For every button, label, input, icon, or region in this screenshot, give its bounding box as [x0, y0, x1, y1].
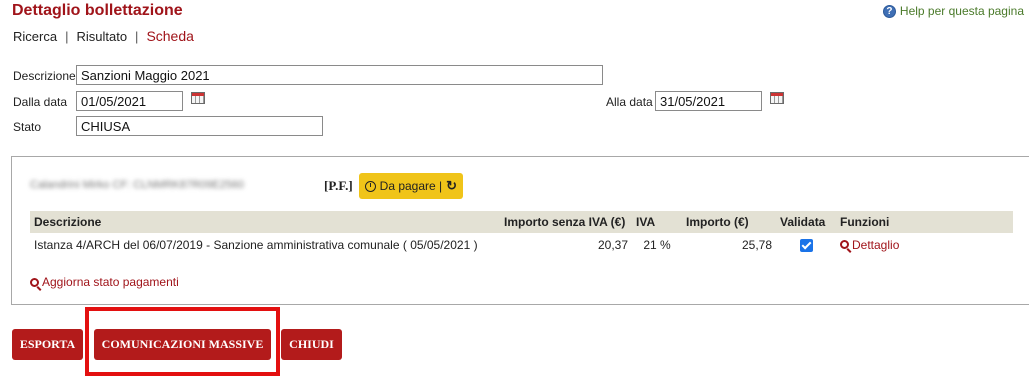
- calendar-icon[interactable]: [770, 92, 784, 104]
- cell-importo-senza-iva: 20,37: [597, 238, 628, 252]
- help-label: Help per questa pagina: [899, 4, 1024, 18]
- col-funzioni: Funzioni: [836, 211, 1013, 233]
- alla-data-field[interactable]: [655, 91, 762, 111]
- col-importo: Importo (€): [682, 211, 776, 233]
- calendar-icon[interactable]: [191, 92, 205, 104]
- cell-validata: [776, 233, 836, 257]
- cell-funzioni: Dettaglio: [836, 233, 1013, 257]
- table-header-row: Descrizione Importo senza IVA (€) IVA Im…: [30, 211, 1013, 233]
- dettaglio-link[interactable]: Dettaglio: [840, 238, 899, 252]
- help-icon: ?: [882, 4, 896, 18]
- chiudi-button[interactable]: CHIUDI: [281, 329, 342, 360]
- cell-descrizione: Istanza 4/ARCH del 06/07/2019 - Sanzione…: [34, 238, 478, 252]
- comunicazioni-massive-button[interactable]: COMUNICAZIONI MASSIVE: [94, 329, 271, 360]
- refresh-icon[interactable]: ↻: [446, 178, 457, 194]
- esporta-button[interactable]: ESPORTA: [12, 329, 83, 360]
- person-info-blurred: Calandrini Mirko CF: CLNMRK87R09E2560: [30, 179, 244, 191]
- search-icon: [30, 277, 39, 287]
- alla-data-label: Alla data: [606, 95, 653, 109]
- dalla-data-label: Dalla data: [13, 95, 68, 109]
- search-icon: [840, 240, 849, 250]
- breadcrumb-ricerca[interactable]: Ricerca: [13, 29, 57, 44]
- pf-label: [P.F.]: [324, 178, 353, 193]
- descrizione-field[interactable]: [76, 65, 603, 85]
- bollettazione-panel: Calandrini Mirko CF: CLNMRK87R09E2560 [P…: [11, 156, 1029, 305]
- aggiorna-stato-link[interactable]: Aggiorna stato pagamenti: [30, 275, 179, 289]
- status-pill[interactable]: Da pagare | ↻: [358, 173, 464, 199]
- stato-field[interactable]: [76, 116, 323, 136]
- status-label: Da pagare |: [379, 179, 443, 193]
- descrizione-label: Descrizione: [13, 69, 76, 83]
- aggiorna-label: Aggiorna stato pagamenti: [42, 275, 179, 289]
- help-link[interactable]: ? Help per questa pagina: [882, 4, 1024, 18]
- items-table: Descrizione Importo senza IVA (€) IVA Im…: [30, 211, 1013, 257]
- clock-icon: [364, 180, 376, 192]
- cell-iva: 21 %: [643, 238, 671, 252]
- breadcrumb-separator: |: [135, 28, 139, 44]
- col-importo-senza-iva: Importo senza IVA (€): [500, 211, 632, 233]
- breadcrumb-separator: |: [65, 28, 69, 44]
- breadcrumb-scheda[interactable]: Scheda: [146, 28, 193, 44]
- validata-checkbox[interactable]: [799, 239, 813, 253]
- col-descrizione: Descrizione: [30, 211, 500, 233]
- col-validata: Validata: [776, 211, 836, 233]
- col-iva: IVA: [632, 211, 682, 233]
- person-row: Calandrini Mirko CF: CLNMRK87R09E2560 [P…: [30, 173, 464, 199]
- dettaglio-label: Dettaglio: [852, 237, 900, 252]
- dalla-data-field[interactable]: [76, 91, 183, 111]
- page-title: Dettaglio bollettazione: [12, 2, 183, 19]
- table-row: Istanza 4/ARCH del 06/07/2019 - Sanzione…: [30, 233, 1013, 257]
- cell-importo: 25,78: [741, 238, 772, 252]
- breadcrumb: Ricerca | Risultato | Scheda: [13, 28, 194, 44]
- stato-label: Stato: [13, 120, 42, 134]
- breadcrumb-risultato[interactable]: Risultato: [76, 29, 127, 44]
